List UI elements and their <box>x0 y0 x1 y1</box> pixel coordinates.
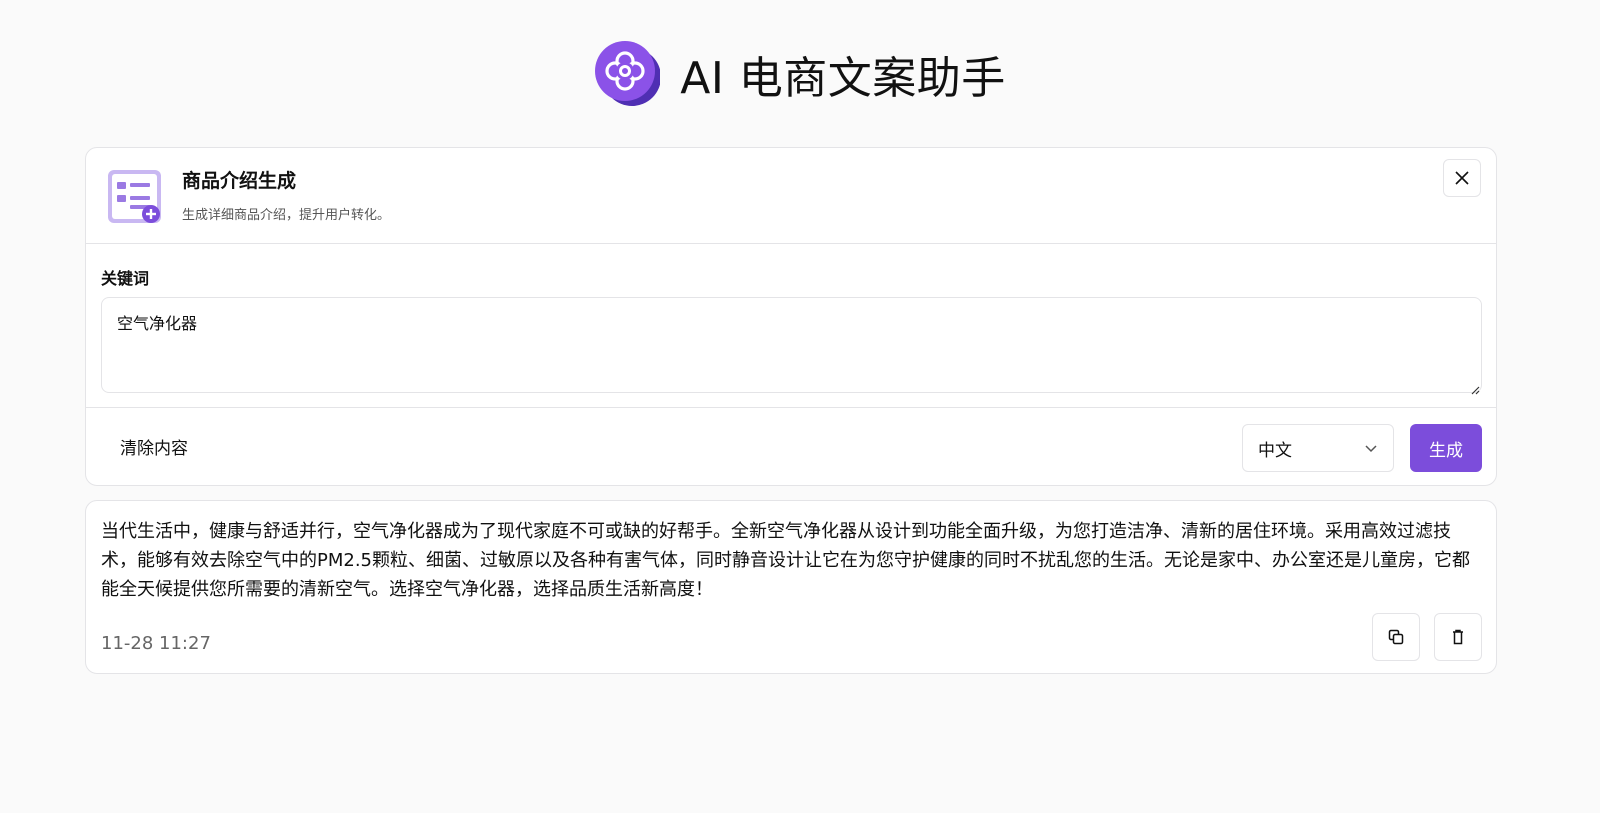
keyword-input[interactable]: 空气净化器 <box>101 297 1482 393</box>
document-add-icon <box>107 169 163 225</box>
clear-content-button[interactable]: 清除内容 <box>105 428 203 464</box>
panel-subtitle: 生成详细商品介绍，提升用户转化。 <box>182 208 391 223</box>
result-text: 当代生活中，健康与舒适并行，空气净化器成为了现代家庭不可或缺的好帮手。全新空气净… <box>101 521 1471 600</box>
copy-button[interactable] <box>1372 613 1420 661</box>
trash-icon <box>1453 629 1463 645</box>
result-card: 当代生活中，健康与舒适并行，空气净化器成为了现代家庭不可或缺的好帮手。全新空气净… <box>85 500 1497 674</box>
language-select[interactable]: 中文 <box>1242 424 1394 472</box>
result-timestamp: 11-28 11:27 <box>101 633 211 654</box>
panel-header: 商品介绍生成 生成详细商品介绍，提升用户转化。 <box>86 148 1496 244</box>
copy-icon <box>1388 629 1404 645</box>
app-title: AI 电商文案助手 <box>680 53 1006 104</box>
close-button[interactable] <box>1443 159 1481 197</box>
chevron-down-icon <box>1365 445 1377 453</box>
generator-panel: 商品介绍生成 生成详细商品介绍，提升用户转化。 关键词 空气净化器 清除内容 中… <box>85 147 1497 486</box>
clover-logo-icon <box>594 40 662 108</box>
generate-button[interactable]: 生成 <box>1410 424 1482 472</box>
close-icon <box>1455 171 1469 185</box>
app-header: AI 电商文案助手 <box>0 38 1600 110</box>
language-select-value: 中文 <box>1258 440 1292 461</box>
divider <box>86 407 1496 408</box>
delete-button[interactable] <box>1434 613 1482 661</box>
keyword-label: 关键词 <box>101 269 150 288</box>
resize-handle-icon[interactable] <box>1470 380 1480 395</box>
panel-title: 商品介绍生成 <box>182 170 297 192</box>
